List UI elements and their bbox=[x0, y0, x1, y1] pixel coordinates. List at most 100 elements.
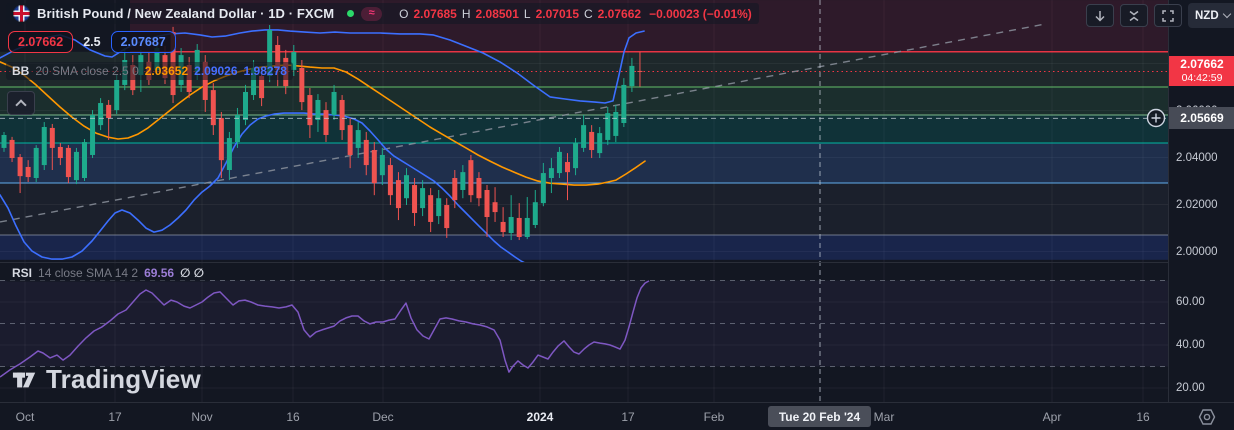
change-value: −0.00023 (−0.01%) bbox=[649, 6, 752, 21]
scale-settings-icon[interactable] bbox=[1196, 408, 1218, 426]
price-scale[interactable]: 2.080002.060002.040002.020002.0000060.00… bbox=[1168, 0, 1234, 402]
candle-body bbox=[114, 80, 120, 111]
scroll-to-top-button[interactable] bbox=[7, 91, 35, 115]
candle-body bbox=[428, 195, 434, 222]
candle-body bbox=[90, 115, 96, 155]
crosshair-date-label: Tue 20 Feb '24 bbox=[768, 406, 871, 427]
candle-body bbox=[629, 65, 635, 87]
candle-body bbox=[57, 146, 63, 159]
bb-upper-value: 2.09026 bbox=[194, 64, 238, 78]
candle-body bbox=[404, 175, 409, 199]
open-label: O bbox=[399, 6, 409, 21]
maximize-pane-button[interactable] bbox=[1154, 4, 1182, 27]
price-tag-multiplier[interactable]: 2.5 bbox=[81, 31, 102, 53]
chart-controls: NZD bbox=[1086, 3, 1234, 28]
rsi-params: 14 close SMA 14 2 bbox=[38, 266, 139, 280]
close-label: C bbox=[584, 6, 593, 21]
price-tag-red[interactable]: 2.07662 bbox=[8, 31, 74, 53]
time-axis-label: Feb bbox=[703, 409, 725, 424]
price-tag-blue[interactable]: 2.07687 bbox=[110, 31, 176, 53]
price-axis-label: 2.00000 bbox=[1176, 245, 1218, 258]
candle-body bbox=[605, 113, 611, 140]
price-axis-label: 2.02000 bbox=[1176, 198, 1218, 211]
rsi-indicator-legend[interactable]: RSI 14 close SMA 14 2 69.56 ∅ ∅ bbox=[6, 264, 210, 282]
scroll-down-button[interactable] bbox=[1086, 4, 1114, 27]
time-axis-label: Oct bbox=[15, 409, 35, 424]
candle-body bbox=[1, 134, 7, 148]
candle-body bbox=[492, 202, 498, 213]
candle-body bbox=[613, 111, 619, 136]
candle-body bbox=[323, 110, 329, 135]
chevron-up-icon bbox=[15, 99, 27, 111]
high-label: H bbox=[461, 6, 471, 21]
candle-body bbox=[565, 162, 570, 173]
candle-body bbox=[243, 91, 248, 120]
candle-body bbox=[524, 217, 530, 237]
candle-body bbox=[476, 178, 482, 199]
symbol-legend[interactable]: British Pound / New Zealand Dollar · 1D … bbox=[6, 3, 759, 24]
candle-body bbox=[540, 173, 546, 204]
ohlc-readout: O 2.07685 H 2.08501 L 2.07015 C 2.07662 −0.0… bbox=[399, 7, 752, 21]
candle-body bbox=[468, 160, 474, 196]
candle-body bbox=[315, 99, 321, 120]
candle-body bbox=[347, 125, 353, 155]
candle-body bbox=[597, 133, 603, 154]
bb-indicator-legend[interactable]: BB 20 SMA close 2.5 0 2.03652 2.09026 1.… bbox=[6, 62, 293, 80]
candle-body bbox=[299, 68, 305, 103]
time-axis-label: Apr bbox=[1042, 409, 1062, 424]
market-status-icon[interactable] bbox=[347, 10, 355, 17]
candle-body bbox=[106, 104, 112, 119]
rsi-axis-label: 20.00 bbox=[1176, 382, 1205, 394]
candle-body bbox=[548, 168, 554, 179]
watermark-text: TradingView bbox=[46, 364, 201, 394]
candle-body bbox=[226, 138, 232, 171]
notification-wave-icon[interactable]: ≈ bbox=[361, 6, 383, 21]
crosshair-date-value: Tue 20 Feb '24 bbox=[778, 409, 861, 424]
fib-zone bbox=[0, 182, 1168, 235]
time-axis-label: 17 bbox=[621, 409, 635, 424]
add-alert-plus-icon[interactable] bbox=[1145, 107, 1167, 129]
trading-chart-window: TradingView British Pound / New Zealand … bbox=[0, 0, 1234, 430]
candle-body bbox=[379, 154, 385, 176]
candle-body bbox=[33, 147, 39, 179]
time-axis-label: 17 bbox=[108, 409, 122, 424]
currency-unit-dropdown[interactable]: NZD bbox=[1188, 3, 1234, 28]
high-value: 2.08501 bbox=[475, 6, 519, 21]
candle-body bbox=[98, 103, 104, 126]
time-axis-label: Nov bbox=[191, 409, 213, 424]
candle-body bbox=[452, 178, 458, 201]
current-price-value: 2.07662 bbox=[1180, 57, 1224, 72]
candle-body bbox=[412, 185, 418, 214]
time-scale[interactable]: Oct 17 Nov 16 Dec 2024 17 Feb Mar Apr 16 Tue 20 Fe… bbox=[0, 402, 1234, 430]
candle-body bbox=[573, 142, 579, 169]
pane-separator[interactable] bbox=[0, 262, 1234, 263]
candle-body bbox=[516, 217, 522, 237]
candle-body bbox=[589, 131, 595, 151]
price-axis-label: 2.04000 bbox=[1176, 151, 1218, 164]
time-axis-label: Mar bbox=[873, 409, 895, 424]
candle-body bbox=[210, 90, 216, 126]
candle-body bbox=[65, 147, 71, 178]
low-label: L bbox=[523, 6, 531, 21]
candle-body bbox=[371, 150, 377, 184]
candle-body bbox=[355, 130, 361, 148]
candle-body bbox=[484, 189, 490, 218]
collapse-pane-button[interactable] bbox=[1120, 4, 1148, 27]
chevron-down-icon bbox=[1222, 9, 1231, 19]
candle-body bbox=[500, 221, 506, 233]
bb-name: BB bbox=[12, 64, 30, 78]
rsi-axis-label: 60.00 bbox=[1176, 296, 1205, 308]
fib-zone bbox=[0, 234, 1168, 260]
bar-countdown: 04:42:59 bbox=[1181, 71, 1223, 84]
open-value: 2.07685 bbox=[413, 6, 457, 21]
collapse-chevrons-icon bbox=[1129, 10, 1139, 21]
time-axis-label: Dec bbox=[372, 409, 394, 424]
bb-params: 20 SMA close 2.5 0 bbox=[35, 64, 139, 78]
bb-lower-value: 1.98278 bbox=[243, 64, 287, 78]
candle-body bbox=[339, 99, 345, 131]
symbol-flag-icon bbox=[13, 5, 30, 22]
candle-body bbox=[621, 84, 627, 124]
symbol-title[interactable]: British Pound / New Zealand Dollar · 1D … bbox=[37, 6, 334, 21]
candle-body bbox=[508, 217, 514, 233]
current-price-label[interactable]: 2.07662 04:42:59 bbox=[1169, 56, 1234, 86]
